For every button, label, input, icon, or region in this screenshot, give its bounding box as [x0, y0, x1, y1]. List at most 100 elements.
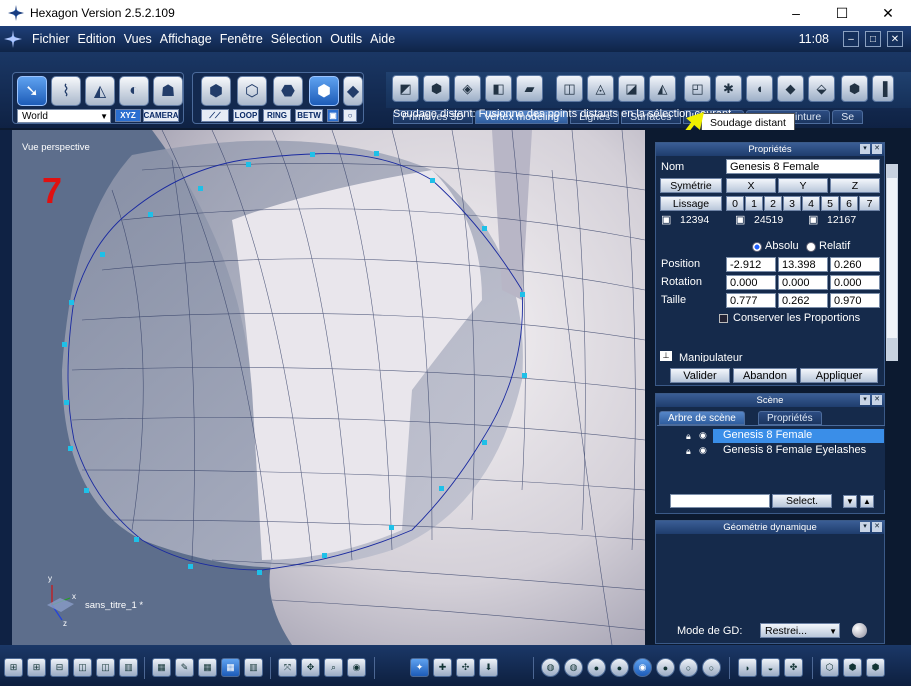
mode-gd-select[interactable]: Restrei... ▼	[760, 623, 840, 638]
coord-mode-select[interactable]: World ▼	[17, 109, 111, 123]
grid-display-icon[interactable]: ▦	[221, 658, 240, 677]
symetrie-button[interactable]: Symétrie	[660, 178, 722, 193]
connect-icon[interactable]: ◪	[618, 75, 645, 102]
menu-outils[interactable]: Outils	[326, 32, 366, 46]
lissage-level-2[interactable]: 2	[764, 196, 782, 211]
magic-select-icon[interactable]: ◐	[119, 76, 149, 106]
layout-three-icon[interactable]: ⊟	[50, 658, 69, 677]
gd-collapse-icon[interactable]: ▾	[860, 522, 870, 532]
lissage-level-4[interactable]: 4	[802, 196, 820, 211]
select-arrow-icon[interactable]: ➘	[17, 76, 47, 106]
app-menu-icon[interactable]	[4, 30, 22, 48]
ghost-select-icon[interactable]: ☗	[153, 76, 183, 106]
position-y-field[interactable]: 13.398	[778, 257, 828, 272]
sym-x-button[interactable]: X	[726, 178, 776, 193]
properties-scrollbar[interactable]	[886, 164, 898, 361]
doc-minimize-button[interactable]: –	[843, 31, 859, 47]
inset-icon[interactable]: ◧	[485, 75, 512, 102]
wire-grid-sphere-icon[interactable]: ◍	[564, 658, 583, 677]
menu-affichage[interactable]: Affichage	[156, 32, 216, 46]
figure-icon[interactable]: ✦	[410, 658, 429, 677]
paint-select-icon[interactable]: ◭	[85, 76, 115, 106]
smooth-sphere-icon[interactable]: ●	[610, 658, 629, 677]
lock-icon[interactable]: 🔒︎	[686, 446, 691, 457]
scale-icon[interactable]: ⬇	[479, 658, 498, 677]
ring-button[interactable]: RING	[263, 109, 291, 122]
panel-close-icon[interactable]: ✕	[872, 144, 882, 154]
instances-icon[interactable]: ✤	[784, 658, 803, 677]
lissage-level-6[interactable]: 6	[840, 196, 858, 211]
mirror-icon[interactable]: ▐	[872, 75, 894, 102]
render-sphere-icon[interactable]: ○	[702, 658, 721, 677]
conserver-proportions-checkbox[interactable]	[719, 314, 728, 323]
scene-close-icon[interactable]: ✕	[872, 395, 882, 405]
select-button[interactable]: Select.	[772, 494, 832, 508]
view-eye-icon[interactable]: ◉	[347, 658, 366, 677]
menu-selection[interactable]: Sélection	[267, 32, 326, 46]
snap-icon[interactable]: ✎	[175, 658, 194, 677]
layout-split-icon[interactable]: ◫	[96, 658, 115, 677]
eye-icon[interactable]: ◉	[699, 445, 707, 456]
face-mode-icon[interactable]: ⬣	[273, 76, 303, 106]
split-icon[interactable]: ◫	[556, 75, 583, 102]
tab-scene-proprietes[interactable]: Propriétés	[758, 411, 822, 425]
close-button[interactable]: ✕	[865, 0, 911, 26]
texture-sphere-icon[interactable]: ●	[656, 658, 675, 677]
lissage-level-1[interactable]: 1	[745, 196, 763, 211]
menu-fenetre[interactable]: Fenêtre	[216, 32, 267, 46]
sym-z-button[interactable]: Z	[830, 178, 880, 193]
extrude-icon[interactable]: ◩	[392, 75, 419, 102]
zoom-icon[interactable]: ⌕	[324, 658, 343, 677]
object-mode-icon[interactable]: ⬢	[309, 76, 339, 106]
extrude-faces-icon[interactable]: ⬢	[423, 75, 450, 102]
wire-sphere-icon[interactable]: ◍	[541, 658, 560, 677]
bevel-icon[interactable]: ◈	[454, 75, 481, 102]
taille-x-field[interactable]: 0.777	[726, 293, 776, 308]
minimize-button[interactable]: –	[773, 0, 819, 26]
panel-collapse-icon[interactable]: ▾	[860, 144, 870, 154]
xyz-toggle[interactable]: XYZ	[115, 109, 141, 122]
lissage-level-3[interactable]: 3	[783, 196, 801, 211]
position-z-field[interactable]: 0.260	[830, 257, 880, 272]
table-icon[interactable]: ▥	[244, 658, 263, 677]
edge-mode-icon[interactable]: ⬡	[237, 76, 267, 106]
lissage-level-5[interactable]: 5	[821, 196, 839, 211]
menu-aide[interactable]: Aide	[366, 32, 399, 46]
relatif-radio[interactable]	[806, 242, 816, 252]
layout-single-icon[interactable]: ⊞	[4, 658, 23, 677]
menu-edition[interactable]: Edition	[74, 32, 120, 46]
absolu-radio[interactable]	[752, 242, 762, 252]
properties-scroll-thumb[interactable]	[887, 178, 897, 338]
collapse-icon[interactable]: ◖	[746, 75, 773, 102]
lasso-select-icon[interactable]: ⌇	[51, 76, 81, 106]
menu-vues[interactable]: Vues	[120, 32, 156, 46]
grow-selection-icon[interactable]: ▣	[327, 109, 339, 122]
manipulateur-icon[interactable]: ⊥	[660, 351, 672, 361]
scene-search-input[interactable]	[670, 494, 770, 508]
layout-quad-icon[interactable]: ⊞	[27, 658, 46, 677]
taille-y-field[interactable]: 0.262	[778, 293, 828, 308]
double-sided-icon[interactable]: ◒	[761, 658, 780, 677]
slice-icon[interactable]: ◬	[587, 75, 614, 102]
abandon-button[interactable]: Abandon	[733, 368, 797, 383]
left-collapse-bar[interactable]	[0, 130, 12, 645]
flip-icon[interactable]: ⬙	[808, 75, 835, 102]
zoom-extents-icon[interactable]: ⤧	[278, 658, 297, 677]
grid-icon[interactable]: ▦	[152, 658, 171, 677]
rotation-x-field[interactable]: 0.000	[726, 275, 776, 290]
viewport-perspective[interactable]: Vue perspective 7 sans_titre_1 * y x z	[12, 130, 645, 645]
doc-restore-button[interactable]: □	[865, 31, 881, 47]
boolean-icon[interactable]: ⬢	[841, 75, 868, 102]
scene-down-icon[interactable]: ▼	[843, 495, 857, 508]
cube-pair-icon[interactable]: ⬢	[866, 658, 885, 677]
tab-se[interactable]: Se	[832, 110, 864, 124]
maximize-button[interactable]: ☐	[819, 0, 865, 26]
rotation-z-field[interactable]: 0.000	[830, 275, 880, 290]
solid-cube-icon[interactable]: ⬢	[843, 658, 862, 677]
lissage-level-0[interactable]: 0	[726, 196, 744, 211]
eye-icon[interactable]: ◉	[699, 430, 707, 441]
layout-cols-icon[interactable]: ▥	[119, 658, 138, 677]
gd-close-icon[interactable]: ✕	[872, 522, 882, 532]
smooth-wire-sphere-icon[interactable]: ◉	[633, 658, 652, 677]
lissage-button[interactable]: Lissage	[660, 196, 722, 211]
